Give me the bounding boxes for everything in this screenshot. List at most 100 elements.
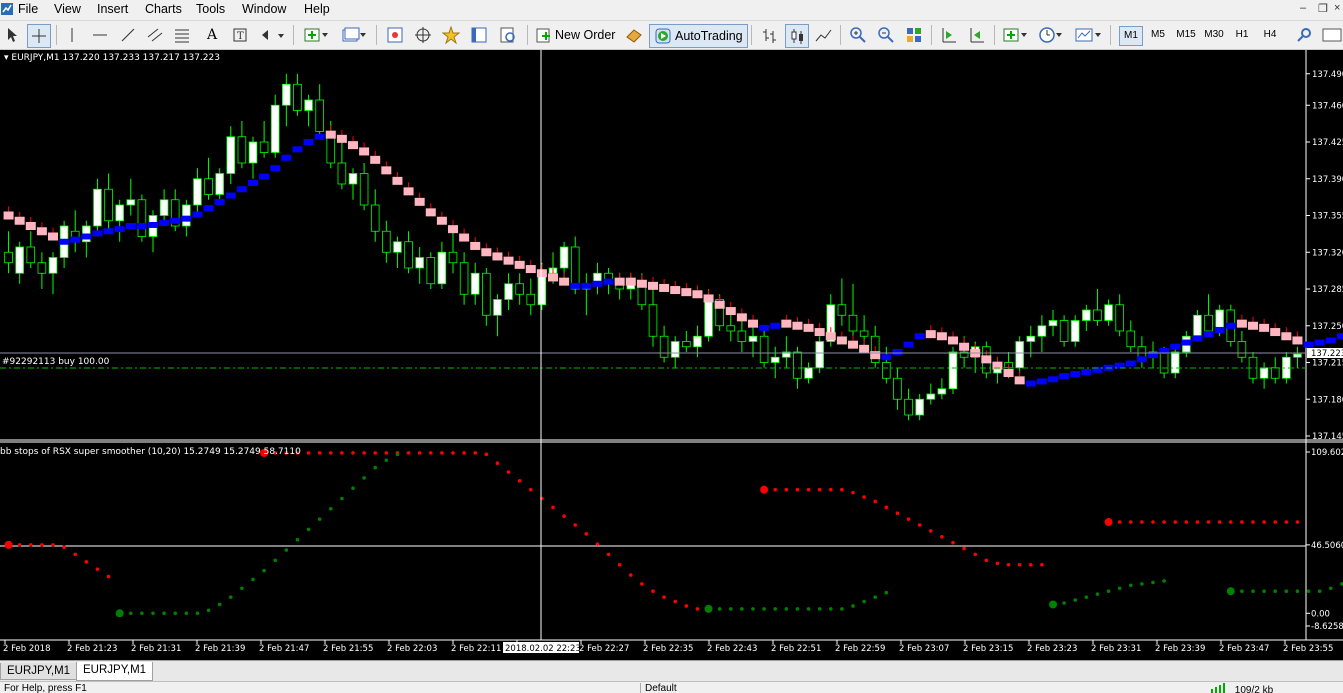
candle	[526, 278, 536, 316]
stop-marker-down	[803, 323, 814, 332]
indicator-dot-down	[1017, 562, 1022, 567]
candle-body	[482, 272, 491, 316]
time-tick-label: 2 Feb 23:07	[899, 644, 949, 654]
market-watch-icon[interactable]	[384, 24, 406, 46]
close-icon[interactable]: ×	[1334, 2, 1340, 14]
candle-body	[1059, 320, 1069, 342]
chart-shift-icon[interactable]	[938, 24, 960, 46]
timeframe-m1[interactable]: M1	[1119, 26, 1143, 46]
stop-marker-down	[348, 141, 358, 150]
candle	[582, 273, 591, 316]
tab-chart-1[interactable]: EURJPY,M1	[0, 663, 78, 680]
indicator-dot-up	[395, 452, 400, 457]
periods-icon[interactable]	[1036, 24, 1064, 46]
line-chart-icon[interactable]	[813, 24, 835, 46]
menu-window[interactable]: Window	[242, 2, 286, 16]
candle	[15, 241, 24, 284]
indicator-label: bb stops of RSX super smoother (10,20) 1…	[0, 447, 301, 457]
minimize-icon[interactable]: –	[1300, 2, 1306, 14]
menu-insert[interactable]: Insert	[97, 2, 128, 16]
search-icon[interactable]	[1294, 24, 1314, 46]
favorites-icon[interactable]	[440, 24, 462, 46]
cursor-icon[interactable]	[3, 24, 21, 46]
candle	[304, 94, 313, 127]
vertical-line-icon[interactable]	[64, 24, 80, 46]
menu-view[interactable]: View	[54, 2, 81, 16]
timeframe-m30[interactable]: M30	[1203, 26, 1225, 44]
trendline-icon[interactable]	[118, 24, 138, 46]
restore-icon[interactable]: ❐	[1318, 2, 1328, 15]
stop-marker-down	[548, 273, 558, 282]
crosshair-icon[interactable]	[27, 24, 51, 48]
terminal-icon[interactable]	[468, 24, 490, 46]
indicator-dot-up	[851, 604, 855, 608]
zoom-out-icon[interactable]	[875, 24, 897, 46]
stop-marker-down	[392, 176, 403, 185]
candle	[337, 142, 347, 190]
equidistant-channel-icon[interactable]	[145, 24, 165, 46]
menu-bar: File View Insert Charts Tools Window Hel…	[0, 0, 1343, 19]
indicator-dot-up	[373, 465, 378, 470]
stop-marker-up	[181, 215, 192, 222]
candle-body	[426, 257, 436, 285]
new-order-button[interactable]: New Order	[536, 24, 615, 46]
app-icon[interactable]	[0, 2, 14, 19]
candle-body	[882, 362, 891, 379]
indicator-dot-down	[1295, 520, 1300, 524]
indicator-dot-up	[328, 507, 333, 511]
menu-charts[interactable]: Charts	[145, 2, 182, 16]
timeframe-m15[interactable]: M15	[1175, 26, 1197, 44]
candle	[204, 157, 213, 200]
chart-window[interactable]: 137.490 137.460 137.425 137.390 137.355 137.3…	[0, 50, 1343, 660]
stop-marker-up	[1059, 373, 1070, 380]
tile-windows-icon[interactable]	[903, 24, 925, 46]
navigator-icon[interactable]	[412, 24, 434, 46]
stop-marker-up	[1336, 333, 1343, 340]
arrows-icon[interactable]	[258, 24, 286, 46]
menu-tools[interactable]: Tools	[196, 2, 225, 16]
zoom-in-icon[interactable]	[847, 24, 869, 46]
candle	[382, 220, 391, 263]
candle	[659, 325, 669, 363]
strategy-tester-icon[interactable]	[497, 24, 519, 46]
stop-marker-down	[436, 216, 447, 225]
indicator-dot-down	[384, 451, 389, 455]
indicator-dot-down	[984, 558, 989, 563]
chart-canvas[interactable]: 137.490 137.460 137.425 137.390 137.355 137.3…	[0, 50, 1343, 660]
autoscroll-icon[interactable]	[966, 24, 988, 46]
stop-marker-down	[748, 319, 758, 328]
price-tick-label: 137.490	[1312, 70, 1343, 80]
order-label[interactable]: #92292113 buy 100.00	[2, 357, 109, 367]
new-chart-icon[interactable]	[302, 24, 330, 46]
indicators-icon[interactable]	[1001, 24, 1029, 46]
candle-body	[837, 304, 847, 316]
metaeditor-icon[interactable]	[623, 24, 645, 46]
indicator-dot-up	[773, 607, 778, 611]
candle-body	[137, 199, 147, 237]
timeframe-m5[interactable]: M5	[1147, 26, 1169, 44]
menu-help[interactable]: Help	[304, 2, 330, 16]
timeframe-h4[interactable]: H4	[1259, 26, 1281, 44]
indicator-dot-up	[1251, 589, 1255, 594]
indicator-dot-down	[1173, 520, 1178, 524]
menu-file[interactable]: File	[18, 2, 38, 16]
stop-marker-up	[881, 354, 892, 361]
indicator-dot-down	[917, 523, 922, 527]
stop-marker-down	[648, 281, 658, 290]
fibonacci-icon[interactable]	[172, 24, 192, 46]
templates-icon[interactable]	[1073, 24, 1103, 46]
horizontal-line-icon[interactable]	[90, 24, 110, 46]
timeframe-h1[interactable]: H1	[1231, 26, 1253, 44]
candle	[893, 367, 902, 410]
stop-marker-down	[781, 319, 792, 328]
text-icon[interactable]: A	[203, 24, 221, 46]
text-label-icon[interactable]: T	[231, 24, 249, 46]
candlesticks-icon[interactable]	[785, 24, 809, 48]
stop-marker-up	[759, 324, 770, 331]
bar-chart-icon[interactable]	[759, 24, 781, 46]
profiles-icon[interactable]	[340, 24, 368, 46]
stop-marker-down	[948, 336, 958, 345]
chat-icon[interactable]	[1320, 24, 1343, 46]
tab-chart-2[interactable]: EURJPY,M1	[76, 662, 154, 681]
autotrading-button[interactable]: AutoTrading	[649, 24, 748, 48]
